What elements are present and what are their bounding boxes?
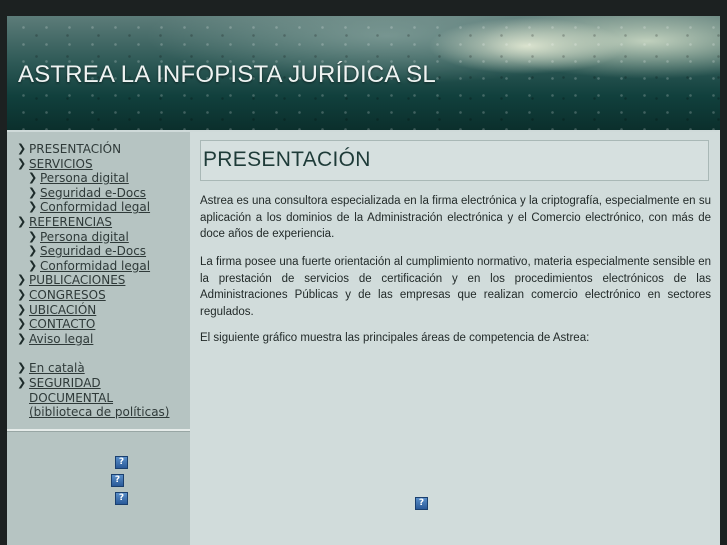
chevron-right-icon: ❯ [17, 375, 27, 389]
sidebar-item-label[interactable]: PRESENTACIÓN [29, 142, 121, 156]
chevron-right-icon: ❯ [17, 142, 27, 155]
chevron-right-icon: ❯ [28, 171, 38, 185]
question-icon: ? [111, 474, 124, 487]
sidebar-item-en-catala[interactable]: ❯ En català [7, 361, 190, 376]
question-icon: ? [115, 492, 128, 505]
sidebar-item-publicaciones[interactable]: ❯ PUBLICACIONES [7, 273, 190, 288]
chevron-right-icon: ❯ [28, 185, 38, 199]
chevron-right-icon: ❯ [17, 273, 27, 287]
chevron-right-icon: ❯ [28, 229, 38, 243]
question-icon: ? [115, 456, 128, 469]
sidebar-item-label[interactable]: Aviso legal [29, 332, 93, 346]
sidebar-item-label[interactable]: Persona digital [40, 230, 129, 244]
sidebar-item-label[interactable]: Conformidad legal [40, 200, 150, 214]
sidebar-item-contacto[interactable]: ❯ CONTACTO [7, 317, 190, 332]
chevron-right-icon: ❯ [17, 214, 27, 228]
header-banner: ASTREA LA INFOPISTA JURÍDICA SL [7, 16, 720, 130]
sidebar-item-label[interactable]: Seguridad e-Docs [40, 244, 146, 258]
paragraph-orientation: La firma posee una fuerte orientación al… [200, 256, 711, 318]
sidebar-item-label[interactable]: Conformidad legal [40, 259, 150, 273]
sidebar-nav: ❯ PRESENTACIÓN ❯ SERVICIOS ❯ Persona digita… [7, 132, 190, 420]
chevron-right-icon: ❯ [17, 317, 27, 331]
sidebar-item-label[interactable]: SEGURIDAD DOCUMENTAL (biblioteca de polí… [29, 376, 169, 419]
chevron-right-icon: ❯ [28, 258, 38, 272]
chevron-right-icon: ❯ [17, 302, 27, 316]
sidebar-subitem-seguridad-edocs[interactable]: ❯ Seguridad e-Docs [7, 244, 190, 259]
sidebar-item-label[interactable]: REFERENCIAS [29, 215, 112, 229]
page-frame: ASTREA LA INFOPISTA JURÍDICA SL ❯ PRESENT… [7, 16, 720, 545]
sidebar-item-congresos[interactable]: ❯ CONGRESOS [7, 288, 190, 303]
sidebar: ❯ PRESENTACIÓN ❯ SERVICIOS ❯ Persona digita… [7, 132, 190, 545]
sidebar-item-label[interactable]: SERVICIOS [29, 157, 93, 171]
chevron-right-icon: ❯ [28, 244, 38, 258]
sidebar-item-label[interactable]: CONTACTO [29, 317, 95, 331]
sidebar-item-referencias[interactable]: ❯ REFERENCIAS [7, 215, 190, 230]
main-content: PRESENTACIÓN Astrea es una consultora es… [190, 132, 720, 545]
paragraph-graphic-intro: El siguiente gráfico muestra las princip… [200, 332, 590, 344]
sidebar-subitem-persona-digital[interactable]: ❯ Persona digital [7, 171, 190, 186]
sidebar-item-aviso-legal[interactable]: ❯ Aviso legal [7, 332, 190, 347]
sidebar-item-label[interactable]: Persona digital [40, 171, 129, 185]
chevron-right-icon: ❯ [17, 331, 27, 345]
chevron-right-icon: ❯ [17, 156, 27, 170]
sidebar-item-label[interactable]: UBICACIÓN [29, 303, 96, 317]
page-title: PRESENTACIÓN [203, 148, 371, 171]
sidebar-item-label[interactable]: PUBLICACIONES [29, 273, 125, 287]
sidebar-subitem-persona-digital[interactable]: ❯ Persona digital [7, 230, 190, 245]
chevron-right-icon: ❯ [17, 287, 27, 301]
chevron-right-icon: ❯ [28, 200, 38, 214]
nav-spacer [7, 346, 190, 361]
sidebar-item-ubicacion[interactable]: ❯ UBICACIÓN [7, 303, 190, 318]
chevron-right-icon: ❯ [17, 361, 27, 375]
sidebar-item-presentacion[interactable]: ❯ PRESENTACIÓN [7, 142, 190, 157]
site-title: ASTREA LA INFOPISTA JURÍDICA SL [18, 61, 436, 88]
sidebar-subitem-conformidad-legal[interactable]: ❯ Conformidad legal [7, 200, 190, 215]
sidebar-subitem-conformidad-legal[interactable]: ❯ Conformidad legal [7, 259, 190, 274]
sidebar-subitem-seguridad-edocs[interactable]: ❯ Seguridad e-Docs [7, 186, 190, 201]
sidebar-item-seguridad-documental[interactable]: ❯ SEGURIDAD DOCUMENTAL (biblioteca de pol… [7, 376, 174, 420]
sidebar-item-label[interactable]: CONGRESOS [29, 288, 106, 302]
sidebar-divider [7, 429, 190, 432]
heading-box: PRESENTACIÓN [200, 140, 709, 181]
sidebar-item-servicios[interactable]: ❯ SERVICIOS [7, 157, 190, 172]
question-icon: ? [415, 497, 428, 510]
sidebar-item-label[interactable]: Seguridad e-Docs [40, 186, 146, 200]
sidebar-item-label[interactable]: En català [29, 361, 85, 375]
paragraph-intro: Astrea es una consultora especializada e… [200, 195, 711, 240]
